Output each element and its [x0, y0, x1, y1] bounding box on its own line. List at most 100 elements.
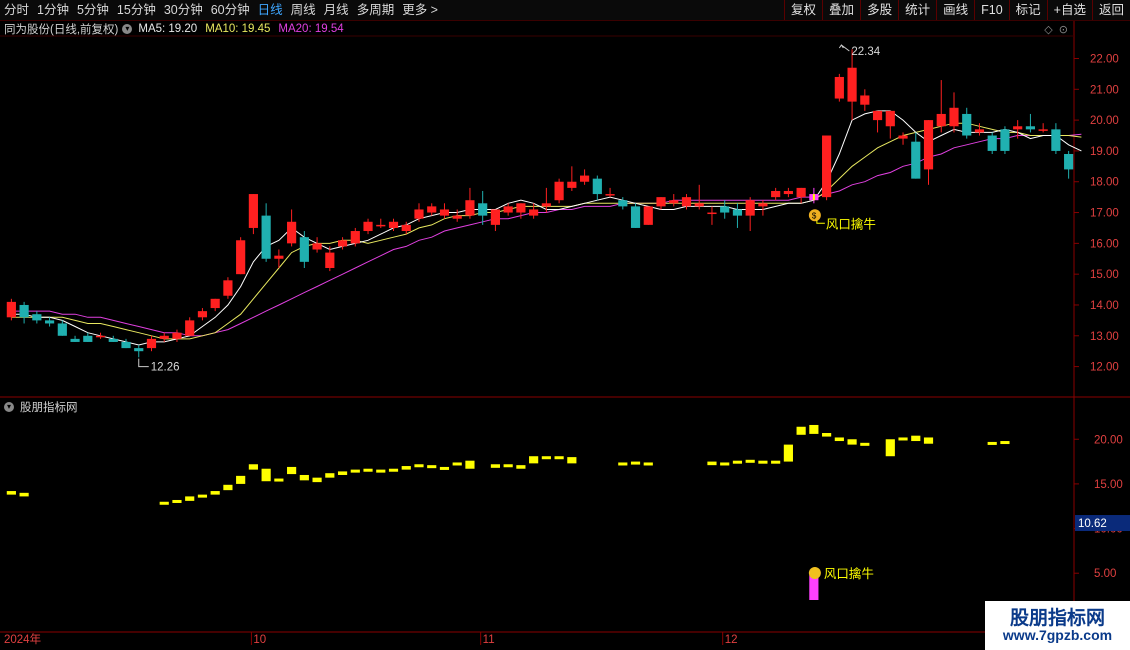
candle-body [185, 320, 195, 336]
indicator-bar [822, 433, 832, 437]
candle-body [516, 203, 526, 213]
indicator-bar [834, 437, 844, 442]
candle-body [541, 203, 551, 207]
sub-axis-tick: 15.00 [1094, 479, 1123, 491]
candle-body [427, 206, 437, 213]
candle-body [796, 187, 806, 198]
candle-body [605, 194, 615, 196]
candle-body [987, 135, 997, 151]
signal-label: 风口擒牛 [826, 216, 876, 231]
candle-body [872, 110, 883, 121]
candle-body [669, 200, 679, 204]
candle-body [962, 113, 972, 136]
main-axis-tick: 22.00 [1090, 53, 1119, 65]
indicator-bar [885, 439, 895, 457]
signal-pointer [816, 220, 825, 224]
candle-body [274, 255, 284, 259]
indicator-bar [299, 474, 309, 481]
candle-body [388, 221, 399, 228]
candle-body [159, 335, 169, 339]
candle-body [567, 181, 577, 188]
signal-candle-stripe [812, 194, 815, 201]
indicator-bar [860, 442, 870, 446]
date-label: 12 [725, 634, 738, 646]
indicator-bar [236, 475, 246, 484]
indicator-bar [490, 464, 501, 468]
candle-body [210, 298, 220, 309]
indicator-bar [630, 461, 641, 465]
low-pointer [138, 358, 149, 368]
high-pointer [838, 44, 850, 52]
candle-body [592, 178, 602, 195]
indicator-bar [720, 462, 730, 466]
indicator-bar [1000, 441, 1010, 445]
indicator-bar [337, 471, 348, 475]
candle-body [57, 323, 67, 336]
date-label: 2024年 [4, 632, 41, 646]
indicator-bar [6, 491, 16, 495]
candle-body [579, 175, 590, 182]
indicator-bar [567, 457, 577, 464]
ma20-line [11, 133, 1082, 337]
candle-body [108, 338, 118, 342]
indicator-bar [376, 469, 386, 473]
watermark-title: 股朋指标网 [1009, 607, 1105, 629]
indicator-bar [554, 456, 564, 460]
candle-body [707, 212, 717, 215]
candle-body [287, 221, 297, 244]
main-axis-tick: 21.00 [1090, 84, 1119, 96]
indicator-bar [987, 441, 997, 445]
candle-body [134, 348, 144, 352]
site-watermark: 股朋指标网 www.7gpzb.com [985, 601, 1130, 650]
candle-body [656, 197, 666, 207]
candle-body [172, 332, 182, 339]
indicator-bar [172, 499, 182, 503]
candle-body [325, 252, 335, 268]
candle-body [732, 209, 743, 216]
candle-body [618, 200, 628, 207]
candle-body [465, 200, 475, 216]
candle-body [439, 209, 450, 216]
candle-body [847, 67, 857, 102]
indicator-bar [363, 468, 373, 472]
candle-body [299, 237, 309, 262]
candle-body [95, 335, 106, 338]
indicator-bar [452, 462, 462, 466]
sub-axis-tick: 20.00 [1094, 434, 1123, 446]
indicator-bar [898, 437, 908, 441]
current-value: 10.62 [1078, 518, 1107, 530]
kline-chart[interactable]: 22.00 21.00 20.00 19.00 18.00 17.00 16.00 15.00… [0, 0, 1130, 650]
candle-body [312, 243, 322, 250]
candle-body [885, 110, 895, 127]
indicator-bar [159, 501, 169, 505]
indicator-bar [350, 469, 360, 473]
indicator-bar [312, 477, 322, 483]
main-axis-tick: 17.00 [1090, 208, 1119, 220]
watermark-url: www.7gpzb.com [1002, 627, 1113, 643]
candle-body [503, 206, 513, 213]
indicator-bar [618, 462, 628, 466]
candle-body [694, 203, 704, 207]
candle-body [1025, 126, 1036, 130]
candle-body [223, 280, 233, 296]
ma5-line [11, 110, 1082, 346]
indicator-bar [287, 466, 297, 475]
smiley-icon [808, 566, 821, 579]
indicator-bar [911, 435, 921, 442]
main-axis-tick: 13.00 [1090, 331, 1119, 343]
candle-body [974, 129, 985, 133]
candle-body [758, 203, 768, 207]
indicator-bar [707, 461, 717, 466]
candle-body [911, 141, 921, 179]
indicator-bar [465, 460, 475, 469]
indicator-bar [439, 466, 450, 470]
indicator-bar [325, 473, 335, 478]
indicator-bar [248, 464, 258, 470]
candle-body [1038, 129, 1048, 131]
candle-body [363, 221, 373, 232]
candle-body [478, 203, 488, 216]
indicator-bar [274, 478, 284, 482]
sub-axis-tick: 5.00 [1094, 568, 1116, 580]
candle-body [376, 224, 386, 227]
indicator-bar [809, 424, 819, 434]
